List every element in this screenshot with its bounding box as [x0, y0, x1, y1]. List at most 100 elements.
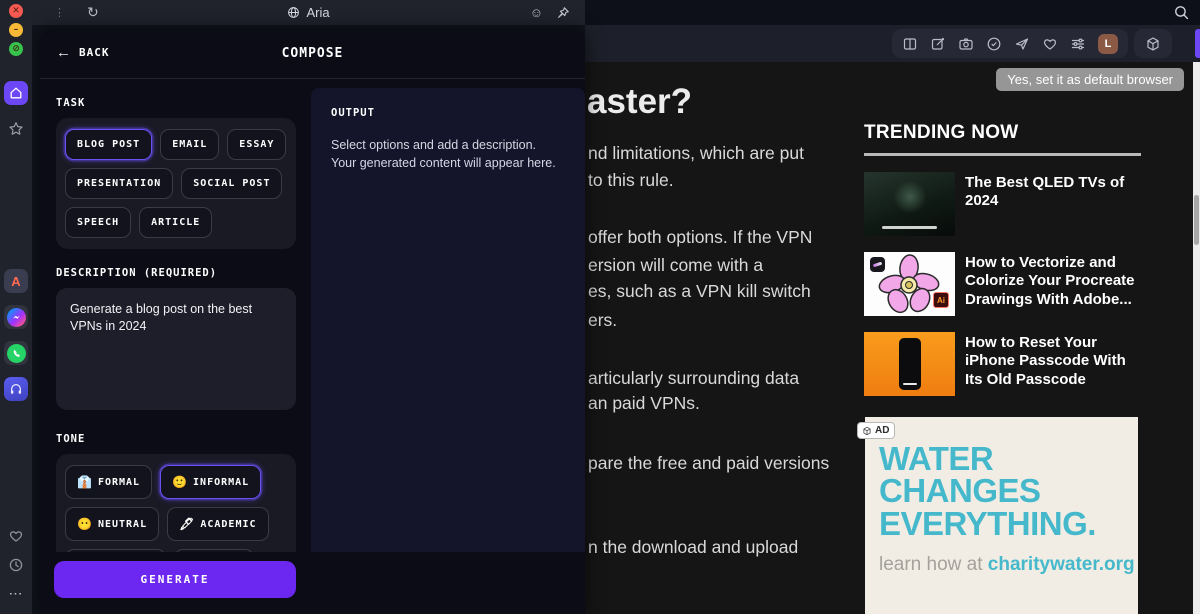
heart-bookmark-icon[interactable]	[1042, 36, 1058, 52]
procreate-badge-icon	[870, 257, 885, 272]
heart-outline-icon	[8, 528, 24, 544]
sidebar-item-favorites[interactable]	[4, 117, 28, 141]
article-text: offer both options. If the VPN	[588, 227, 812, 248]
note-edit-icon[interactable]	[930, 36, 946, 52]
task-option-blog-post[interactable]: BLOG POST	[65, 129, 152, 160]
sidebar-item-whatsapp[interactable]	[4, 341, 28, 365]
default-browser-tooltip: Yes, set it as default browser	[996, 68, 1184, 91]
ad-cube-icon	[862, 426, 872, 436]
task-option-article[interactable]: ARTICLE	[139, 207, 212, 238]
pin-icon[interactable]	[556, 6, 570, 20]
qled-tv-thumbnail	[864, 172, 955, 236]
trending-article-iphone-passcode[interactable]: How to Reset Your iPhone Passcode With I…	[864, 332, 1141, 396]
compose-panel: ← BACK COMPOSE TASK BLOG POST EMAIL ESSA…	[40, 30, 585, 614]
task-option-presentation[interactable]: PRESENTATION	[65, 168, 173, 199]
toolbar-icon-cluster: L	[892, 29, 1128, 58]
trending-article-qled-tv[interactable]: The Best QLED TVs of 2024	[864, 172, 1141, 236]
whatsapp-icon	[7, 344, 26, 363]
reader-view-icon[interactable]	[902, 36, 918, 52]
sidebar-item-messenger[interactable]	[4, 305, 28, 329]
description-label: DESCRIPTION (REQUIRED)	[56, 267, 296, 279]
article-text: ersion will come with a	[588, 255, 763, 276]
feedback-smiley-icon[interactable]: ☺	[530, 5, 543, 20]
tab-strip	[585, 0, 1200, 25]
clock-icon	[8, 557, 24, 573]
sidebar-setup-edge[interactable]	[1195, 29, 1200, 58]
compose-footer: GENERATE	[40, 552, 585, 614]
task-option-essay[interactable]: ESSAY	[227, 129, 286, 160]
compose-form: TASK BLOG POST EMAIL ESSAY PRESENTATION …	[56, 79, 296, 594]
home-icon	[9, 86, 23, 100]
minimize-window-button[interactable]: –	[9, 23, 23, 37]
address-bar: L	[585, 25, 1200, 62]
close-window-button[interactable]: ✕	[9, 4, 23, 18]
tune-settings-icon[interactable]	[1070, 36, 1086, 52]
ad-badge: AD	[857, 422, 895, 439]
procreate-flower-thumbnail: Ai	[864, 252, 955, 316]
trending-article-procreate[interactable]: Ai How to Vectorize and Colorize Your Pr…	[864, 252, 1141, 316]
tone-label: TONE	[56, 433, 296, 445]
tone-option-formal[interactable]: 👔 FORMAL	[65, 465, 152, 499]
article-text: an paid VPNs.	[588, 393, 700, 414]
ad-link[interactable]: charitywater.org	[988, 554, 1135, 575]
smile-emoji-icon: 🙂	[172, 475, 187, 489]
aria-panel: ⋮ ↻ Aria ☺ ← BACK COMPOSE TASK BLOG POST…	[32, 0, 585, 614]
task-option-email[interactable]: EMAIL	[160, 129, 219, 160]
trending-now-section: TRENDING NOW The Best QLED TVs of 2024	[864, 122, 1141, 396]
webpage-content: aster? nd limitations, which are put to …	[585, 62, 1200, 614]
article-text: n the download and upload	[588, 537, 798, 558]
compose-header: ← BACK COMPOSE	[40, 30, 585, 79]
scrollbar-thumb[interactable]	[1194, 195, 1199, 245]
search-icon[interactable]	[1173, 4, 1190, 21]
sidebar-more-button[interactable]: ⋯	[4, 581, 28, 605]
sidebar-rail: ✕ – ⊘ A ⋯	[0, 0, 32, 614]
zoom-window-button[interactable]: ⊘	[9, 42, 23, 56]
tone-option-academic[interactable]: 🖋 ACADEMIC	[167, 507, 268, 541]
description-input[interactable]: Generate a blog post on the best VPNs in…	[56, 288, 296, 410]
article-text: ers.	[588, 310, 617, 331]
sidebar-item-aria[interactable]: A	[4, 269, 28, 293]
pen-emoji-icon: 🖋	[179, 517, 194, 531]
compose-title: COMPOSE	[40, 46, 585, 61]
star-icon	[8, 121, 24, 137]
aria-app-icon: A	[11, 274, 20, 289]
headphones-icon	[9, 382, 23, 396]
article-text: nd limitations, which are put	[588, 143, 804, 164]
trending-divider	[864, 153, 1141, 156]
output-placeholder-text: Select options and add a description. Yo…	[331, 136, 561, 172]
sidebar-item-home[interactable]	[4, 81, 28, 105]
output-label: OUTPUT	[331, 107, 565, 119]
tone-option-neutral[interactable]: 😶 NEUTRAL	[65, 507, 159, 541]
article-heading-fragment: aster?	[587, 82, 692, 122]
ad-subtext: learn how at charitywater.org	[879, 554, 1138, 576]
shield-check-icon[interactable]	[986, 36, 1002, 52]
sidebar-item-likes[interactable]	[4, 524, 28, 548]
sidebar-item-player[interactable]	[4, 377, 28, 401]
sidebar-item-history[interactable]	[4, 553, 28, 577]
illustrator-ai-badge: Ai	[933, 292, 949, 308]
article-text: articularly surrounding data	[588, 368, 799, 389]
page-scrollbar[interactable]	[1193, 62, 1200, 614]
generate-button[interactable]: GENERATE	[54, 561, 296, 598]
send-flow-icon[interactable]	[1014, 36, 1030, 52]
charity-water-ad[interactable]: AD WATER CHANGES EVERYTHING. learn how a…	[865, 417, 1138, 614]
neutral-face-emoji-icon: 😶	[77, 517, 92, 531]
output-panel: OUTPUT Select options and add a descript…	[311, 88, 585, 614]
extension-cube-icon[interactable]	[1145, 36, 1161, 52]
snapshot-camera-icon[interactable]	[958, 36, 974, 52]
article-text: es, such as a VPN kill switch	[588, 281, 811, 302]
task-option-social-post[interactable]: SOCIAL POST	[181, 168, 282, 199]
task-label: TASK	[56, 97, 296, 109]
profile-avatar[interactable]: L	[1098, 34, 1118, 54]
globe-icon	[287, 6, 300, 19]
extensions-cluster	[1134, 29, 1172, 58]
ad-headline: WATER CHANGES EVERYTHING.	[879, 443, 1129, 540]
necktie-emoji-icon: 👔	[77, 475, 92, 489]
aria-panel-title: Aria	[32, 0, 585, 25]
messenger-icon	[7, 308, 26, 327]
task-options: BLOG POST EMAIL ESSAY PRESENTATION SOCIA…	[56, 118, 296, 249]
task-option-speech[interactable]: SPEECH	[65, 207, 131, 238]
tone-option-informal[interactable]: 🙂 INFORMAL	[160, 465, 261, 499]
aria-panel-topbar: ⋮ ↻ Aria ☺	[32, 0, 585, 25]
article-text: pare the free and paid versions	[588, 453, 829, 474]
